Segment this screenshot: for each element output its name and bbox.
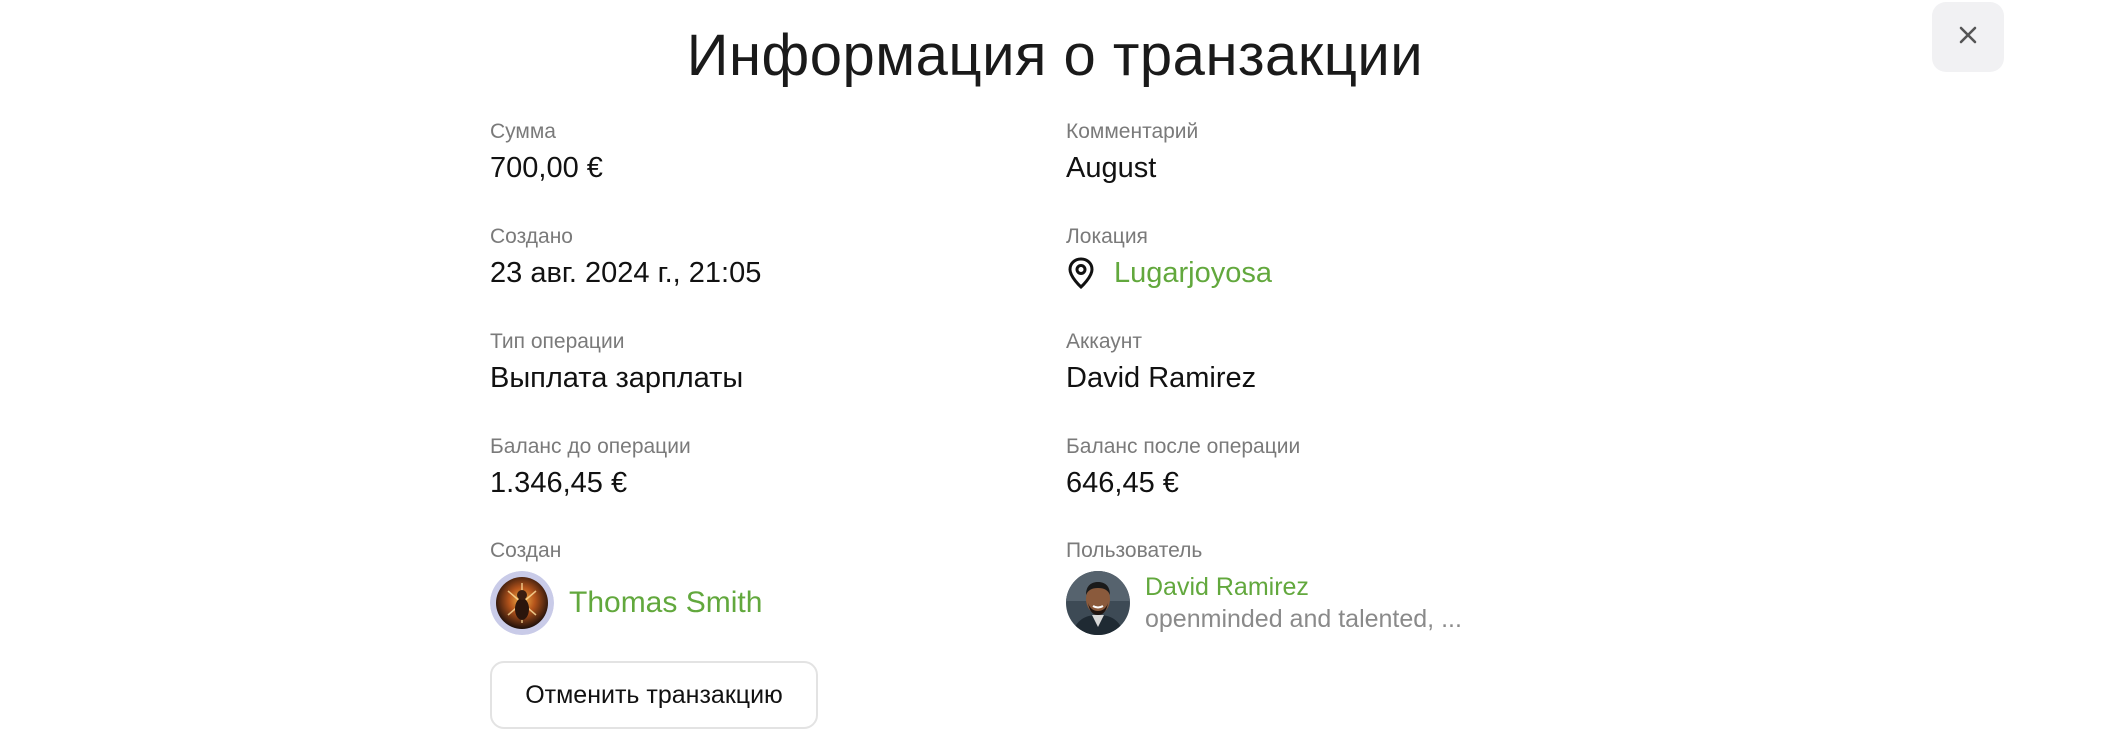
location-link[interactable]: Lugarjoyosa: [1066, 255, 1272, 291]
location-pin-icon: [1066, 256, 1096, 290]
user-text: David Ramirez openminded and talented, .…: [1145, 571, 1462, 635]
location-field: Локация Lugarjoyosa: [1066, 223, 1272, 291]
transaction-details-dialog: Информация о транзакции Сумма 700,00 € К…: [0, 0, 2110, 756]
amount-field: Сумма 700,00 €: [490, 118, 603, 186]
cancel-transaction-button[interactable]: Отменить транзакцию: [490, 661, 818, 729]
created-by-person[interactable]: Thomas Smith: [490, 571, 762, 635]
balance-after-value: 646,45 €: [1066, 467, 1179, 499]
comment-label: Комментарий: [1066, 120, 1199, 143]
location-value[interactable]: Lugarjoyosa: [1114, 255, 1272, 291]
operation-type-field: Тип операции Выплата зарплаты: [490, 328, 743, 396]
account-field: Аккаунт David Ramirez: [1066, 328, 1256, 396]
balance-after-field: Баланс после операции 646,45 €: [1066, 433, 1300, 501]
avatar: [1066, 571, 1130, 635]
close-button[interactable]: [1932, 2, 2004, 72]
created-at-field: Создано 23 авг. 2024 г., 21:05: [490, 223, 761, 291]
user-field: Пользователь David Ramirez openminded an…: [1066, 537, 1462, 635]
created-at-value: 23 авг. 2024 г., 21:05: [490, 257, 762, 289]
dialog-title: Информация о транзакции: [686, 23, 1424, 88]
balance-before-label: Баланс до операции: [490, 435, 691, 458]
created-by-name[interactable]: Thomas Smith: [569, 585, 762, 621]
balance-before-value: 1.346,45 €: [490, 467, 628, 499]
created-at-label: Создано: [490, 225, 573, 248]
avatar: [490, 571, 554, 635]
account-label: Аккаунт: [1066, 330, 1143, 353]
user-label: Пользователь: [1066, 539, 1203, 562]
created-by-label: Создан: [490, 539, 562, 562]
comment-value: August: [1066, 152, 1157, 184]
amount-label: Сумма: [490, 120, 556, 143]
account-value: David Ramirez: [1066, 362, 1257, 394]
user-name[interactable]: David Ramirez: [1145, 571, 1462, 603]
balance-after-label: Баланс после операции: [1066, 435, 1301, 458]
operation-type-value: Выплата зарплаты: [490, 362, 744, 394]
balance-before-field: Баланс до операции 1.346,45 €: [490, 433, 691, 501]
amount-value: 700,00 €: [490, 152, 603, 184]
user-description: openminded and talented, ...: [1145, 605, 1462, 633]
location-label: Локация: [1066, 225, 1148, 248]
user-person[interactable]: David Ramirez openminded and talented, .…: [1066, 571, 1462, 635]
comment-field: Комментарий August: [1066, 118, 1198, 186]
operation-type-label: Тип операции: [490, 330, 625, 353]
created-by-field: Создан Thomas Smith: [490, 537, 762, 635]
close-icon: [1959, 26, 1977, 49]
